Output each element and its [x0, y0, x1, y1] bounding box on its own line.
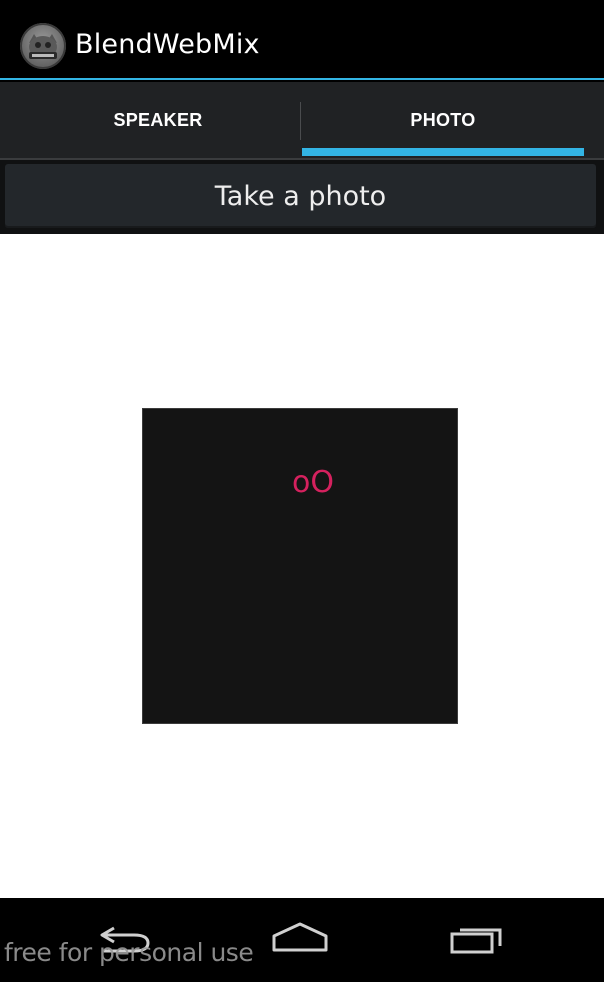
recents-icon[interactable]: [438, 918, 518, 962]
photo-placeholder-text: oO: [292, 465, 334, 500]
app-logo-icon[interactable]: [20, 23, 66, 69]
tab-divider: [300, 102, 301, 140]
take-photo-button[interactable]: Take a photo: [5, 164, 596, 228]
app-title: BlendWebMix: [75, 29, 260, 60]
app-screen: BlendWebMix SPEAKER PHOTO Take a photo o…: [0, 0, 604, 982]
watermark-text: free for personal use: [4, 938, 254, 967]
home-icon[interactable]: [260, 918, 340, 962]
tab-bar: SPEAKER PHOTO: [0, 82, 604, 160]
tab-speaker[interactable]: SPEAKER: [16, 82, 300, 158]
button-strip: Take a photo: [0, 160, 604, 234]
tab-photo[interactable]: PHOTO: [302, 82, 584, 158]
action-bar: BlendWebMix: [0, 0, 604, 80]
content-area: oO: [0, 234, 604, 898]
selected-tab-indicator: [302, 148, 584, 156]
photo-preview[interactable]: oO: [142, 408, 458, 724]
